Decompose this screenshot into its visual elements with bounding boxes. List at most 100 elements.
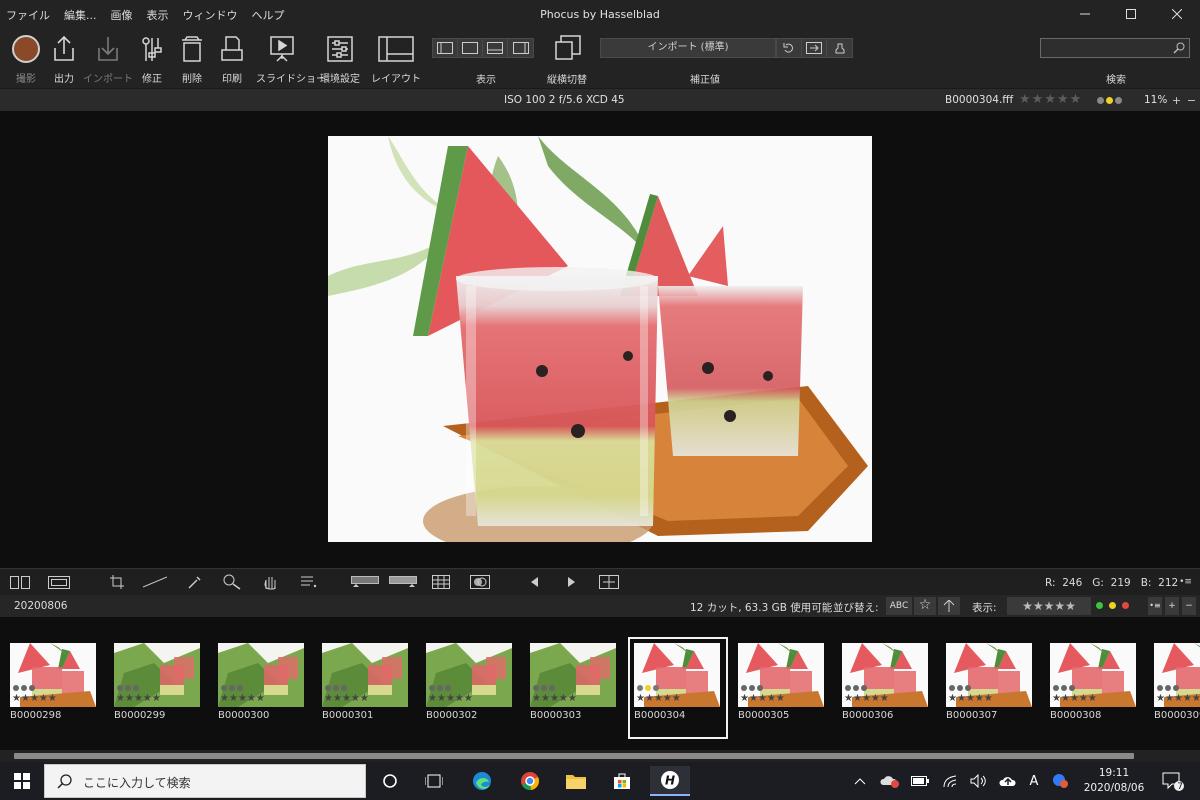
star-icon[interactable]: ★ [1057,93,1069,106]
scrollbar-thumb[interactable] [14,753,1134,759]
rgb-menu-button[interactable]: •≡ [1179,575,1192,590]
slideshow-button[interactable]: スライドショー [256,34,326,86]
mask-overlay-button[interactable] [465,572,495,592]
view-mode-3[interactable] [483,39,508,57]
color-label-dots[interactable] [1097,97,1122,104]
print-button[interactable]: 印刷 [206,34,258,86]
filmstrip-scrollbar[interactable] [0,750,1200,762]
filmstrip-thumbnail[interactable]: ★ ★ ★ ★ ★ B0000300 [218,643,306,733]
filmstrip-thumbnail[interactable]: ★ ★ ★ ★ ★ B0000302 [426,643,514,733]
copy-adjustments-button[interactable] [802,39,827,57]
filmstrip-thumbnail[interactable]: ★ ★ ★ ★ ★ B0000303 [530,643,618,733]
star-icon[interactable]: ★ [1032,93,1044,106]
thumb-size-decrease-button[interactable]: − [1182,597,1196,615]
preferences-label: 環境設定 [320,74,360,85]
filmstrip-thumbnail[interactable]: ★ ★ ★ ★ ★ B0000306 [842,643,930,733]
rating-stars[interactable]: ★ ★ ★ ★ ★ [1019,93,1081,106]
yellow-filter-dot[interactable] [1109,602,1116,609]
list-options-button[interactable] [294,572,324,592]
battery-tray-icon[interactable] [910,772,930,790]
taskbar-search-box[interactable]: ここに入力して検索 [44,764,366,798]
task-view-button[interactable] [414,766,454,796]
red-filter-dot[interactable] [1122,602,1129,609]
color-label-dot [29,685,35,691]
view-mode-1[interactable] [433,39,458,57]
star-icon: ★ [948,693,957,704]
thumbnail-filename: B0000308 [1050,710,1102,721]
cortana-button[interactable] [370,766,410,796]
star-icon: ★ [1087,693,1097,704]
thumb-size-increase-button[interactable]: + [1165,597,1179,615]
straighten-tool-button[interactable] [140,572,170,592]
color-label-gray-2[interactable] [1115,97,1122,104]
color-filter-dots[interactable] [1096,602,1129,609]
stamp-adjustments-button[interactable] [827,39,852,57]
browser-menu-button[interactable]: •≡ [1148,597,1162,615]
sort-by-rating-button[interactable]: ☆ [914,597,936,615]
color-label-yellow[interactable] [1106,97,1113,104]
filmstrip-thumbnail[interactable]: ★ ★ ★ ★ ★ B0000301 [322,643,410,733]
grid-overlay-button[interactable] [426,572,456,592]
eyedropper-tool-button[interactable] [180,572,210,592]
filmstrip-thumbnail[interactable]: ★ ★ ★ ★ ★ B0000298 [10,643,98,733]
star-icon[interactable]: ★ [1044,93,1056,106]
rating-filter[interactable]: ★★★★★ [1007,597,1091,615]
upload-tray-icon[interactable] [998,772,1018,790]
chrome-taskbar-button[interactable] [510,766,550,796]
star-icon[interactable]: ★ [1019,93,1031,106]
edge-taskbar-button[interactable] [462,766,502,796]
maximize-button[interactable] [1108,0,1154,28]
view-mode-2[interactable] [458,39,483,57]
filmstrip-thumbnail[interactable]: ★ ★ ★ ★ ★ B0000307 [946,643,1034,733]
filmstrip-thumbnail[interactable]: ★ ★ ★ ★ ★ B0000299 [114,643,202,733]
search-field[interactable] [1040,38,1190,58]
filmstrip-thumbnail[interactable]: ★ ★ ★ ★ ★ B0000308 [1050,643,1138,733]
minimize-button[interactable] [1062,0,1108,28]
color-label-gray[interactable] [1097,97,1104,104]
onedrive-tray-icon[interactable] [880,772,900,790]
before-after-icon [599,575,619,589]
green-filter-dot[interactable] [1096,602,1103,609]
loupe-tool-button[interactable] [217,572,247,592]
action-center-button[interactable]: 7 [1160,770,1186,792]
star-icon[interactable]: ★★★★★ [1022,599,1076,613]
previous-image-button[interactable] [520,572,550,592]
shadow-warning-button[interactable] [348,572,382,592]
rgb-readout: R: 246 G: 219 B: 212 [1045,577,1178,589]
start-button[interactable] [0,762,44,800]
view-mode-4[interactable] [508,39,533,57]
reset-adjustments-button[interactable] [777,39,802,57]
system-clock[interactable]: 19:11 2020/08/06 [1078,766,1150,796]
ime-indicator[interactable]: A [1024,772,1044,790]
search-input[interactable] [1041,39,1167,57]
crop-tool-button[interactable] [102,572,132,592]
phocus-taskbar-button[interactable]: H [650,766,690,796]
filmstrip-thumbnail[interactable]: ★ ★ ★ ★ ★ B0000305 [738,643,826,733]
volume-tray-icon[interactable] [968,772,988,790]
close-button[interactable] [1154,0,1200,28]
before-after-button[interactable] [594,572,624,592]
star-icon[interactable]: ★ [1070,93,1082,106]
sort-direction-button[interactable] [938,597,960,615]
explorer-taskbar-button[interactable] [556,766,596,796]
preferences-button[interactable]: 環境設定 [314,34,366,86]
hand-tool-button[interactable] [255,572,285,592]
filmstrip-thumbnail[interactable]: ★ ★ ★ ★ ★ B0000304 [628,637,728,739]
zoom-in-button[interactable]: + [1170,93,1183,108]
star-icon: ★ [1164,693,1174,704]
single-view-button[interactable] [44,572,74,592]
highlight-warning-button[interactable] [386,572,420,592]
adjustments-preset-dropdown[interactable]: インポート (標準) [600,38,776,58]
compare-view-button[interactable] [5,572,35,592]
filmstrip-thumbnail[interactable]: ★★★★★B0000309 [1154,643,1200,733]
next-image-button[interactable] [556,572,586,592]
show-hidden-icons-button[interactable] [850,772,870,790]
preview-image[interactable] [328,136,872,542]
zoom-out-button[interactable]: − [1185,93,1198,108]
meet-now-tray-icon[interactable] [1050,772,1070,790]
layout-button[interactable]: レイアウト [370,34,422,86]
image-info-bar: ISO 100 2 f/5.6 XCD 45 B0000304.fff ★ ★ ★ ★… [0,88,1200,111]
store-taskbar-button[interactable] [602,766,642,796]
sort-by-name-button[interactable]: ABC [886,597,912,615]
wifi-tray-icon[interactable] [940,772,960,790]
